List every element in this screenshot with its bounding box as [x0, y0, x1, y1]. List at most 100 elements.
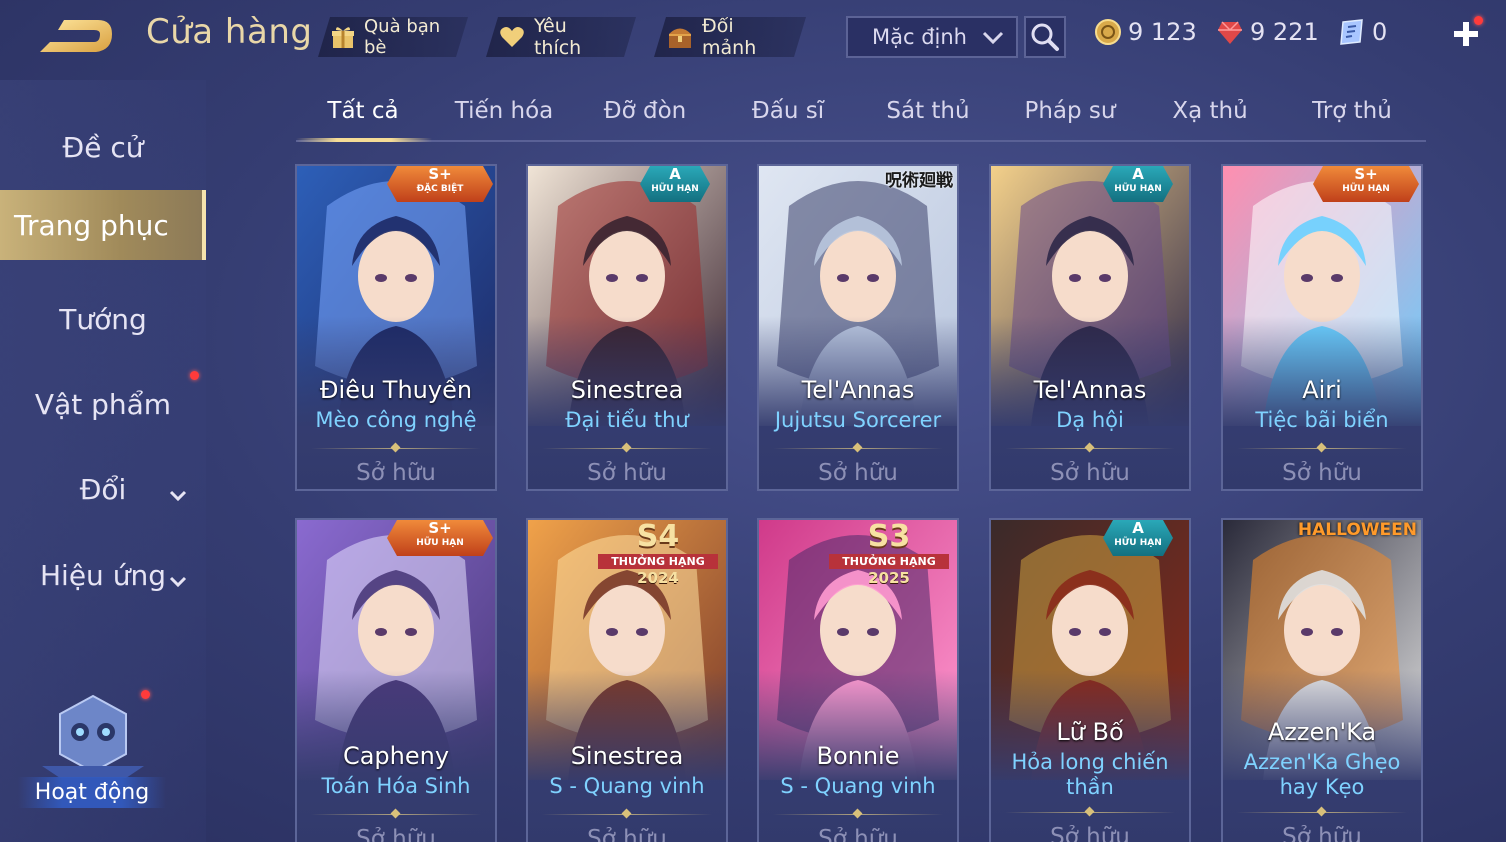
card-divider	[1237, 448, 1407, 449]
card-divider	[773, 814, 943, 815]
rarity-badge: S+ HỮU HẠN	[1313, 166, 1419, 202]
sidebar-item-label: Hiệu ứng	[40, 558, 166, 592]
card-divider	[1005, 448, 1175, 449]
rarity-badge: HALLOWEEN	[1293, 520, 1421, 540]
rarity-badge: 呪術廻戦	[829, 166, 957, 191]
sort-dropdown[interactable]: Mặc định	[846, 16, 1018, 58]
notification-dot	[190, 371, 199, 380]
rarity-badge: A HỮU HẠN	[1103, 166, 1173, 202]
badge-subtitle: HỮU HẠN	[416, 538, 464, 548]
skin-name: S - Quang vinh	[780, 774, 936, 798]
badge-tier: A	[1132, 519, 1144, 537]
search-icon	[1031, 23, 1059, 51]
badge-year: 2025	[868, 569, 910, 587]
back-arrow-icon	[40, 20, 112, 52]
badge-subtitle: THƯỞNG HẠNG	[829, 554, 949, 569]
gold-coin-icon	[1095, 19, 1121, 45]
card-divider	[542, 814, 712, 815]
skin-card[interactable]: S4 THƯỞNG HẠNG 2024 Sinestrea S - Quang vinh…	[526, 518, 728, 842]
sidebar-item-items[interactable]: Vật phẩm	[0, 369, 206, 439]
sidebar-item-heroes[interactable]: Tướng	[0, 284, 206, 354]
category-tabs: Tất cả Tiến hóa Đỡ đòn Đấu sĩ Sát thủ Ph…	[296, 92, 1426, 142]
top-bar: Cửa hàng Quà bạn bè Yêu thích Đổi mảnh M…	[0, 0, 1506, 72]
activity-label: Hoạt động	[18, 777, 166, 808]
badge-tier: S+	[1354, 165, 1378, 183]
rarity-badge: A HỮU HẠN	[1103, 520, 1173, 556]
chevron-down-icon	[982, 28, 1004, 52]
notification-dot	[141, 690, 150, 699]
tab-evolution[interactable]: Tiến hóa	[439, 98, 569, 124]
card-divider	[542, 448, 712, 449]
owned-status: Sở hữu	[818, 460, 898, 486]
skin-name: Azzen'Ka Ghẹo hay Kẹo	[1243, 750, 1401, 799]
badge-title: 呪術廻戦	[885, 171, 953, 191]
badge-title: HALLOWEEN	[1297, 520, 1417, 540]
skin-name: Jujutsu Sorcerer	[774, 408, 942, 432]
skin-card[interactable]: S+ HỮU HẠN Airi Tiệc bãi biển Sở hữu	[1221, 164, 1423, 491]
skin-name: S - Quang vinh	[549, 774, 705, 798]
shard-exchange-button[interactable]: Đổi mảnh	[654, 17, 806, 57]
hero-name: Capheny	[342, 742, 450, 770]
search-button[interactable]	[1024, 16, 1066, 58]
sidebar-item-skins[interactable]: Trang phục	[0, 190, 206, 260]
skin-name: Dạ hội	[1056, 408, 1124, 432]
skin-name: Toán Hóa Sinh	[321, 774, 471, 798]
owned-status: Sở hữu	[1282, 824, 1362, 842]
sidebar-item-recommended[interactable]: Đề cử	[0, 112, 206, 182]
rarity-badge: S3 THƯỞNG HẠNG 2025	[819, 520, 957, 592]
owned-status: Sở hữu	[356, 460, 436, 486]
hero-name: Sinestrea	[570, 742, 684, 770]
badge-subtitle: HỮU HẠN	[1114, 184, 1162, 194]
card-divider	[1005, 812, 1175, 813]
tab-assassin[interactable]: Sát thủ	[863, 98, 993, 124]
back-button[interactable]	[36, 14, 116, 58]
owned-status: Sở hữu	[1050, 460, 1130, 486]
tab-marksman[interactable]: Xạ thủ	[1145, 98, 1275, 124]
notification-dot	[1474, 16, 1483, 25]
skin-card[interactable]: 呪術廻戦 Tel'Annas Jujutsu Sorcerer Sở hữu	[757, 164, 959, 491]
page-title: Cửa hàng	[146, 12, 313, 52]
voucher-currency: 0	[1338, 18, 1387, 46]
gold-amount: 9 123	[1128, 18, 1197, 46]
hero-name: Điêu Thuyền	[319, 376, 473, 404]
sort-value: Mặc định	[872, 25, 967, 49]
badge-year: 2024	[637, 569, 679, 587]
heart-icon	[498, 23, 526, 51]
skin-card[interactable]: A HỮU HẠN Tel'Annas Dạ hội Sở hữu	[989, 164, 1191, 491]
card-divider	[773, 448, 943, 449]
favorite-button[interactable]: Yêu thích	[486, 17, 636, 57]
tab-all[interactable]: Tất cả	[298, 98, 428, 124]
gem-amount: 9 221	[1250, 18, 1319, 46]
chevron-down-icon	[168, 564, 188, 597]
gem-currency: 9 221	[1216, 18, 1319, 46]
sidebar-item-label: Tướng	[59, 302, 147, 336]
skin-card[interactable]: S+ ĐẶC BIỆT Điêu Thuyền Mèo công nghệ Sở hữu	[295, 164, 497, 491]
tab-support[interactable]: Trợ thủ	[1287, 98, 1417, 124]
badge-subtitle: ĐẶC BIỆT	[416, 184, 464, 194]
sidebar-item-effects[interactable]: Hiệu ứng	[0, 540, 206, 610]
tab-mage[interactable]: Pháp sư	[1005, 98, 1135, 124]
badge-season: S4	[636, 519, 680, 554]
skin-card[interactable]: A HỮU HẠN Lữ Bố Hỏa long chiến thần Sở hữu	[989, 518, 1191, 842]
activity-button[interactable]: Hoạt động	[18, 690, 168, 820]
card-divider	[311, 814, 481, 815]
sidebar-item-label: Vật phẩm	[34, 387, 172, 421]
badge-subtitle: HỮU HẠN	[1342, 184, 1390, 194]
skin-card[interactable]: A HỮU HẠN Sinestrea Đại tiểu thư Sở hữu	[526, 164, 728, 491]
hero-name: Lữ Bố	[1056, 718, 1124, 746]
skin-card[interactable]: HALLOWEEN Azzen'Ka Azzen'Ka Ghẹo hay Kẹo Sở…	[1221, 518, 1423, 842]
gold-currency: 9 123	[1094, 18, 1197, 46]
skin-card[interactable]: S+ HỮU HẠN Capheny Toán Hóa Sinh Sở hữu	[295, 518, 497, 842]
tab-tank[interactable]: Đỡ đòn	[580, 98, 710, 124]
badge-subtitle: THƯỞNG HẠNG	[598, 554, 718, 569]
tab-fighter[interactable]: Đấu sĩ	[723, 98, 853, 124]
friend-gift-button[interactable]: Quà bạn bè	[318, 17, 468, 57]
sidebar-item-label: Đề cử	[62, 130, 144, 164]
sidebar-item-exchange[interactable]: Đổi	[0, 454, 206, 524]
card-divider	[311, 448, 481, 449]
hero-name: Sinestrea	[570, 376, 684, 404]
card-divider	[1237, 812, 1407, 813]
badge-tier: A	[669, 165, 681, 183]
skin-card[interactable]: S3 THƯỞNG HẠNG 2025 Bonnie S - Quang vinh Sở …	[757, 518, 959, 842]
skin-name: Tiệc bãi biển	[1255, 408, 1389, 432]
